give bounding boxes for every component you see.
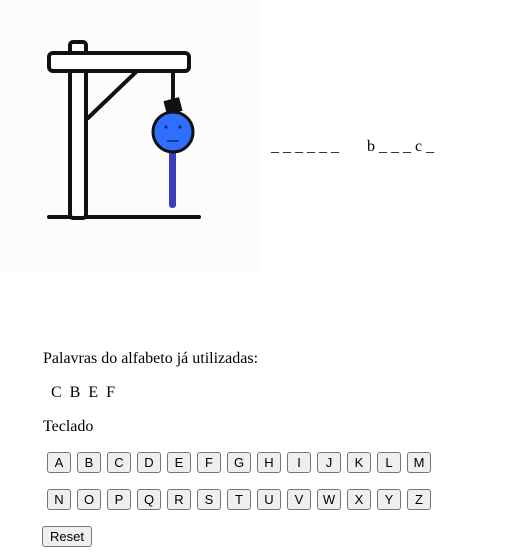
key-l[interactable]: L bbox=[377, 452, 401, 473]
key-y[interactable]: Y bbox=[377, 489, 401, 510]
key-r[interactable]: R bbox=[167, 489, 191, 510]
hangman-drawing bbox=[47, 40, 201, 220]
key-v[interactable]: V bbox=[287, 489, 311, 510]
key-q[interactable]: Q bbox=[137, 489, 161, 510]
key-x[interactable]: X bbox=[347, 489, 371, 510]
stick-figure-head bbox=[151, 110, 195, 154]
key-i[interactable]: I bbox=[287, 452, 311, 473]
key-k[interactable]: K bbox=[347, 452, 371, 473]
key-d[interactable]: D bbox=[137, 452, 161, 473]
key-w[interactable]: W bbox=[317, 489, 341, 510]
used-letters-label: Palavras do alfabeto já utilizadas: bbox=[43, 350, 259, 367]
key-c[interactable]: C bbox=[107, 452, 131, 473]
word-display: _ _ _ _ _ _ b _ _ _ c _ bbox=[263, 120, 521, 156]
key-h[interactable]: H bbox=[257, 452, 281, 473]
used-letters: C B E F bbox=[51, 384, 116, 401]
key-u[interactable]: U bbox=[257, 489, 281, 510]
key-z[interactable]: Z bbox=[407, 489, 431, 510]
key-o[interactable]: O bbox=[77, 489, 101, 510]
word-group-1: _ _ _ _ _ _ bbox=[271, 138, 339, 155]
key-j[interactable]: J bbox=[317, 452, 341, 473]
key-f[interactable]: F bbox=[197, 452, 221, 473]
left-eye bbox=[164, 125, 168, 129]
right-eye bbox=[178, 125, 182, 129]
keyboard-label: Teclado bbox=[43, 418, 94, 435]
stick-figure-body bbox=[169, 148, 176, 208]
gallows-area bbox=[0, 0, 262, 272]
key-b[interactable]: B bbox=[77, 452, 101, 473]
key-m[interactable]: M bbox=[407, 452, 431, 473]
word-group-2: b _ _ _ c _ bbox=[367, 138, 435, 155]
key-a[interactable]: A bbox=[47, 452, 71, 473]
keyboard-row-1: A B C D E F G H I J K L M bbox=[47, 452, 437, 473]
keyboard-row-2: N O P Q R S T U V W X Y Z bbox=[47, 489, 437, 510]
key-e[interactable]: E bbox=[167, 452, 191, 473]
key-g[interactable]: G bbox=[227, 452, 251, 473]
key-n[interactable]: N bbox=[47, 489, 71, 510]
key-s[interactable]: S bbox=[197, 489, 221, 510]
gallows-beam bbox=[47, 51, 191, 73]
key-p[interactable]: P bbox=[107, 489, 131, 510]
gallows-brace bbox=[86, 69, 139, 120]
key-t[interactable]: T bbox=[227, 489, 251, 510]
reset-button[interactable]: Reset bbox=[42, 526, 92, 547]
